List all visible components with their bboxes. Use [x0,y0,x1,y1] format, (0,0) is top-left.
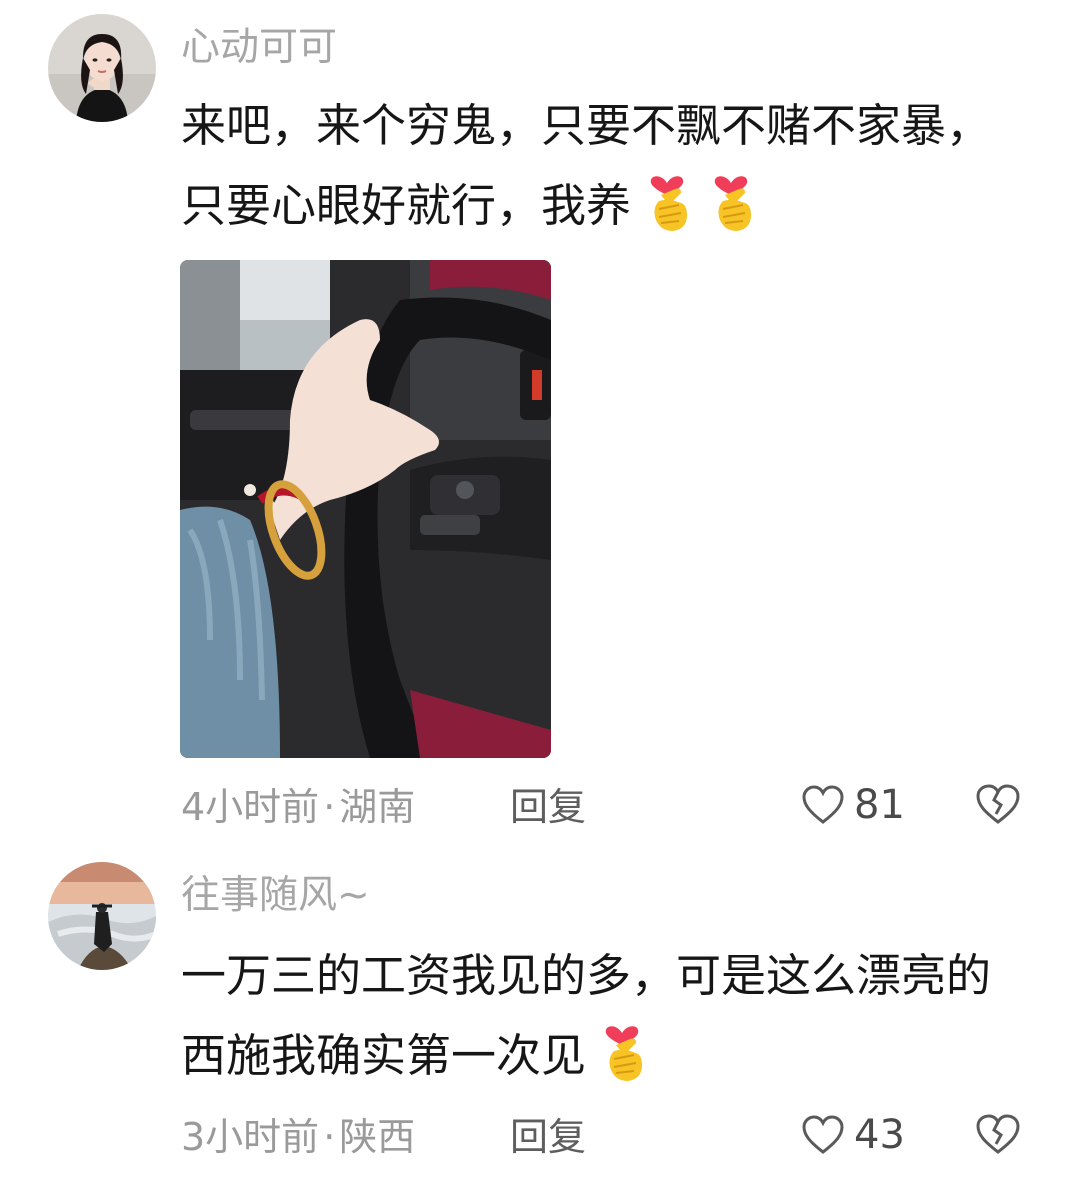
comment-item: 往事随风~ 一万三的工资我见的多，可是这么漂亮的西施我确实第一次见 3小时前 · 陕… [0,850,1080,1182]
broken-heart-icon [976,784,1020,824]
broken-heart-icon [976,1114,1020,1154]
comment-time: 3小时前 [181,1115,320,1159]
comment-photo[interactable] [180,260,551,758]
finger-heart-emoji-icon [703,165,759,235]
comment-text-content: 一万三的工资我见的多，可是这么漂亮的西施我确实第一次见 [181,949,992,1082]
dislike-button[interactable] [974,1110,1022,1158]
comment-text: 来吧，来个穷鬼，只要不飘不赌不家暴，只要心眼好就行，我养 [181,86,1031,245]
comment-item: 心动可可 来吧，来个穷鬼，只要不飘不赌不家暴，只要心眼好就行，我养 4小时前 ·… [0,0,1080,850]
comment-location: 陕西 [339,1115,416,1159]
comment-location: 湖南 [339,785,416,829]
finger-heart-emoji-icon [594,1015,650,1085]
like-button[interactable]: 81 [800,782,905,828]
meta-separator: · [323,785,336,829]
heart-icon [802,785,844,824]
meta-separator: · [323,1115,336,1159]
username[interactable]: 往事随风~ [181,876,370,915]
comment-meta: 4小时前 · 湖南 [181,788,415,826]
reply-button[interactable]: 回复 [510,788,586,826]
avatar[interactable] [48,862,156,970]
dislike-button[interactable] [974,780,1022,828]
finger-heart-emoji-icon [639,165,695,235]
heart-icon [802,1115,844,1154]
like-count: 43 [854,1112,905,1158]
comment-text-content: 来吧，来个穷鬼，只要不飘不赌不家暴，只要心眼好就行，我养 [181,99,992,232]
reply-button[interactable]: 回复 [510,1118,586,1156]
like-button[interactable]: 43 [800,1112,905,1158]
comment-time: 4小时前 [181,785,320,829]
username[interactable]: 心动可可 [181,28,337,67]
comment-meta: 3小时前 · 陕西 [181,1118,415,1156]
avatar[interactable] [48,14,156,122]
like-count: 81 [854,782,905,828]
comment-text: 一万三的工资我见的多，可是这么漂亮的西施我确实第一次见 [181,936,1031,1095]
